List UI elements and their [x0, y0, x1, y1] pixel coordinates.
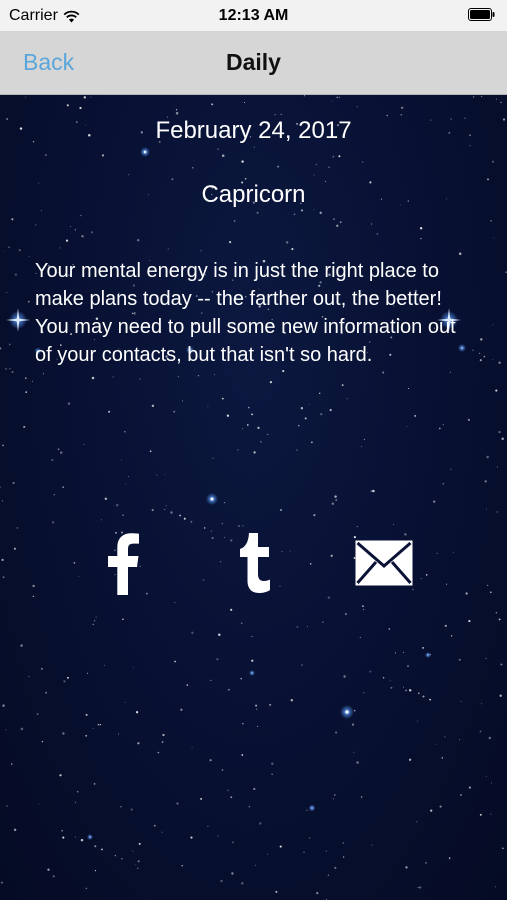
tumblr-icon: [240, 532, 270, 593]
zodiac-sign: Capricorn: [201, 181, 306, 208]
horoscope-text: Your mental energy is in just the right …: [35, 260, 456, 366]
tumblr-share-button[interactable]: [220, 525, 290, 600]
mail-icon: [355, 540, 413, 585]
facebook-icon: [108, 532, 139, 595]
status-bar: Carrier 12:13 AM: [0, 0, 507, 31]
horoscope-date: February 24, 2017: [155, 117, 352, 144]
clock: 12:13 AM: [218, 7, 289, 24]
horoscope-content: February 24, 2017 Capricorn Your mental …: [0, 95, 507, 900]
mail-share-button[interactable]: [349, 525, 419, 600]
navigation-bar: Back Daily: [0, 31, 507, 95]
screen: Carrier 12:13 AM Back Daily February 24,…: [0, 0, 507, 900]
starfield-background: [0, 95, 507, 900]
battery-icon: [468, 8, 495, 26]
facebook-share-button[interactable]: [88, 525, 158, 600]
nav-title: Daily: [226, 49, 281, 75]
